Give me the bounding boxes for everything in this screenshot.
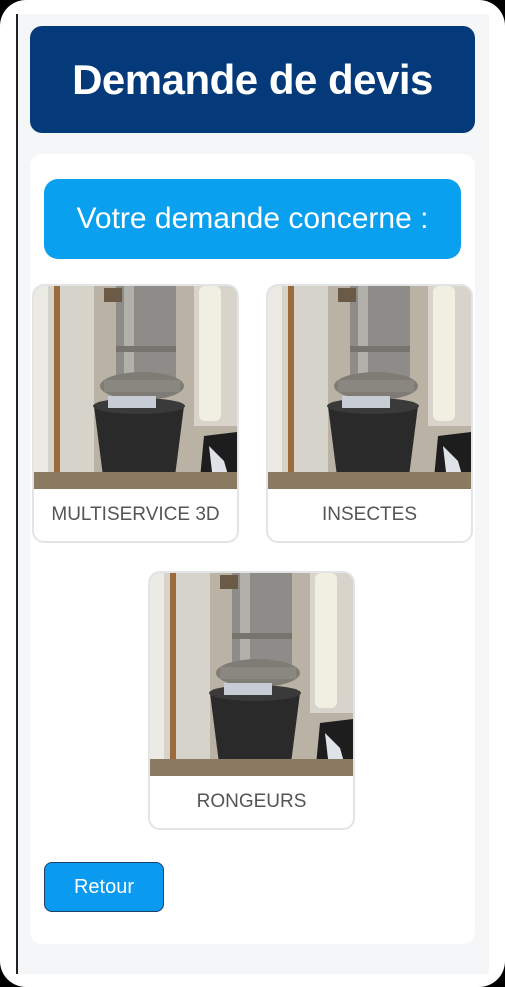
option-photo [150, 573, 353, 776]
option-photo [268, 286, 471, 489]
content-card: Votre demande concerne : MULTISERVICE 3D… [30, 154, 475, 944]
app-screen: Demande de devis Votre demande concerne … [16, 14, 489, 974]
page-title: Demande de devis [72, 55, 433, 103]
option-rongeurs[interactable]: RONGEURS [148, 571, 355, 830]
device-frame: Demande de devis Votre demande concerne … [0, 0, 505, 987]
back-button[interactable]: Retour [44, 862, 164, 912]
option-photo [34, 286, 237, 489]
question-text: Votre demande concerne : [76, 202, 429, 235]
option-label: MULTISERVICE 3D [51, 504, 220, 525]
option-label: RONGEURS [196, 791, 307, 812]
page-header: Demande de devis [30, 26, 475, 133]
question-banner: Votre demande concerne : [44, 179, 461, 259]
option-label: INSECTES [321, 504, 418, 525]
option-insectes[interactable]: INSECTES [266, 284, 473, 543]
option-multiservice-3d[interactable]: MULTISERVICE 3D [32, 284, 239, 543]
